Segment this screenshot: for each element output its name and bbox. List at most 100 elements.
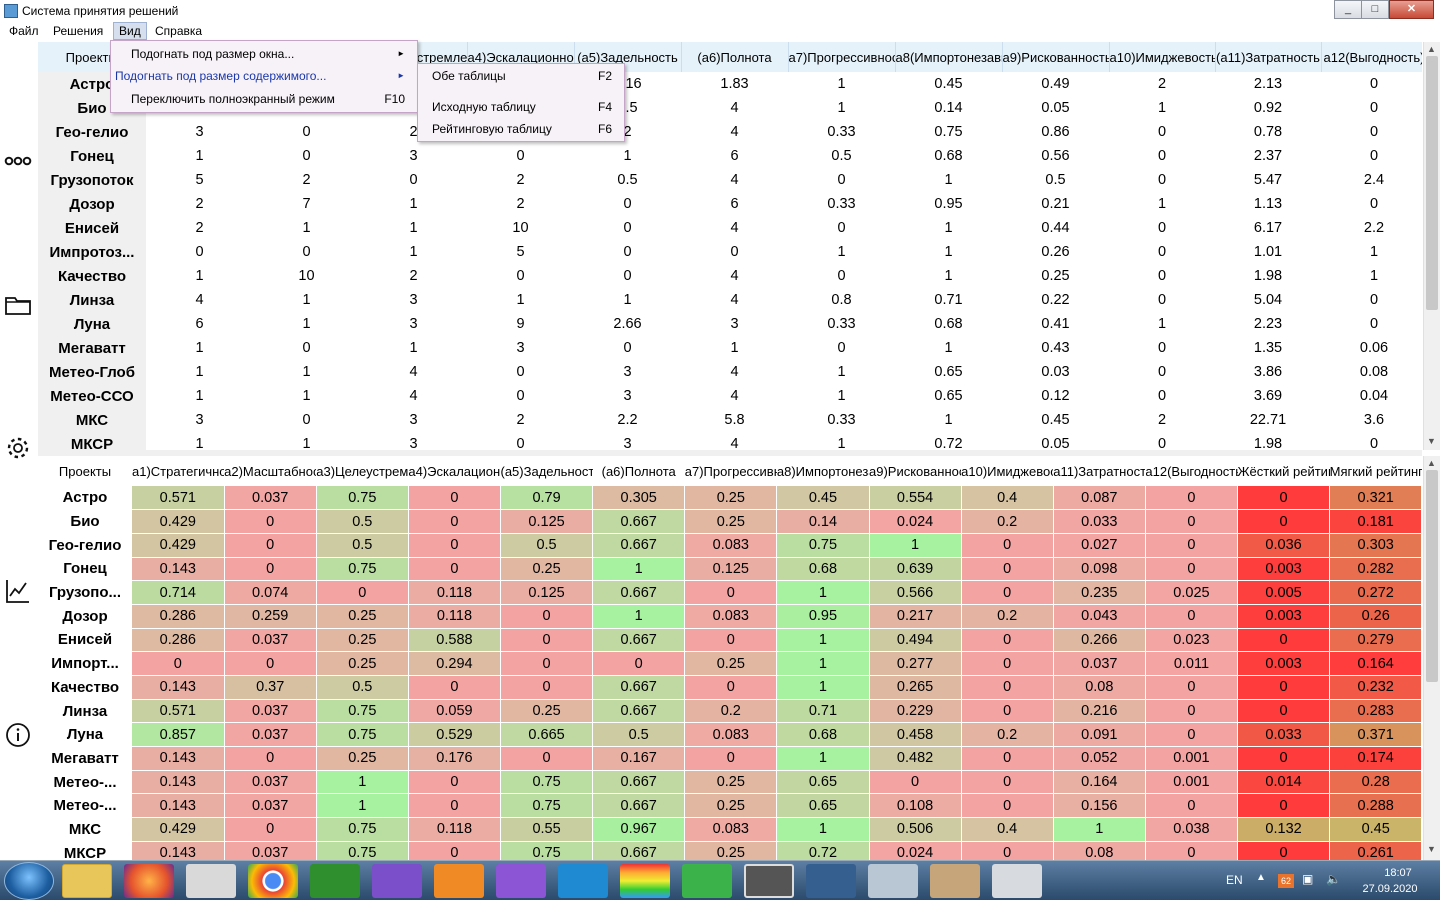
rating-cell[interactable]: 0.667 (592, 628, 686, 653)
table-cell[interactable]: 1 (360, 336, 467, 360)
table-cell[interactable]: 2 (467, 168, 574, 192)
rainbow-app-icon[interactable] (620, 864, 670, 898)
rating-cell[interactable]: 0.025 (1145, 580, 1239, 605)
table-cell[interactable]: 1 (146, 360, 253, 384)
rating-cell[interactable]: 0.2 (684, 699, 778, 724)
rating-cell[interactable]: 0 (961, 746, 1054, 771)
table-cell[interactable]: 0 (1109, 120, 1215, 144)
row-header[interactable]: Метео-... (38, 770, 132, 794)
table-cell[interactable]: 1 (895, 408, 1002, 432)
table-cell[interactable]: 3 (467, 336, 574, 360)
rating-cell[interactable]: 0.132 (1237, 817, 1331, 842)
close-button[interactable]: ✕ (1389, 0, 1434, 19)
menu-decisions[interactable]: Решения (48, 22, 108, 40)
rating-column-header[interactable]: а8)Импортонезависимость (776, 456, 869, 486)
rating-cell[interactable]: 0.75 (500, 793, 594, 819)
rating-cell[interactable]: 0 (1237, 675, 1331, 700)
menu-item-fit-window[interactable]: Подогнать под размер окна... ► (111, 44, 417, 64)
table-cell[interactable]: 0 (1321, 288, 1422, 312)
table-cell[interactable]: 1 (146, 384, 253, 408)
rating-cell[interactable]: 0.639 (869, 557, 962, 582)
rating-cell[interactable]: 0.37 (224, 675, 317, 700)
rating-cell[interactable]: 0 (1237, 486, 1331, 511)
rating-column-header[interactable]: а10)Имиджевость (961, 456, 1054, 486)
source-column-header[interactable]: (а11)Затратность (1215, 42, 1322, 72)
rating-cell[interactable]: 0.28 (1329, 770, 1422, 795)
rating-cell[interactable]: 0 (224, 557, 317, 582)
rating-column-header[interactable]: а1)Стратегичность (132, 456, 225, 486)
rating-cell[interactable]: 0.5 (316, 533, 409, 558)
rating-cell[interactable]: 0.45 (1329, 817, 1422, 842)
table-cell[interactable]: 1 (360, 240, 467, 264)
row-header[interactable]: Грузопо... (38, 580, 132, 605)
menu-help[interactable]: Справка (150, 22, 207, 40)
rating-cell[interactable]: 0 (224, 817, 317, 842)
table-cell[interactable]: 6.17 (1215, 216, 1321, 240)
battery-icon[interactable]: 62 (1278, 874, 1294, 888)
row-header[interactable]: Енисей (38, 628, 132, 652)
rating-cell[interactable]: 0 (500, 651, 594, 676)
qt-creator-icon[interactable] (682, 864, 732, 898)
table-cell[interactable]: 4 (681, 120, 788, 144)
rating-cell[interactable]: 0.037 (224, 628, 317, 653)
table-cell[interactable]: 1 (253, 312, 360, 336)
rating-cell[interactable]: 1 (316, 770, 409, 795)
table-cell[interactable]: 1 (1109, 96, 1215, 120)
rating-cell[interactable]: 0 (408, 509, 502, 534)
table-cell[interactable]: 1 (146, 432, 253, 450)
table-cell[interactable]: 5.8 (681, 408, 788, 432)
network-app-icon[interactable] (434, 864, 484, 898)
rating-cell[interactable]: 0 (1145, 722, 1239, 748)
rating-cell[interactable]: 0.143 (132, 675, 225, 700)
table-cell[interactable]: 3 (360, 288, 467, 312)
row-header[interactable]: Линза (38, 699, 132, 723)
table-cell[interactable]: 2.2 (574, 408, 681, 432)
rating-column-header[interactable]: а7)Прогрессивность (684, 456, 777, 486)
rating-cell[interactable]: 1 (776, 746, 870, 771)
rating-cell[interactable]: 0.25 (316, 628, 409, 653)
table-cell[interactable]: 0 (788, 264, 895, 288)
row-header[interactable]: Импротоз... (38, 240, 146, 264)
table-cell[interactable]: 0 (467, 144, 574, 168)
rating-cell[interactable]: 0 (961, 841, 1054, 860)
rating-cell[interactable]: 0.25 (684, 651, 778, 676)
table-cell[interactable]: 0 (467, 264, 574, 288)
table-cell[interactable]: 0.08 (1321, 360, 1422, 384)
table-cell[interactable]: 4 (681, 216, 788, 240)
table-cell[interactable]: 5 (146, 168, 253, 192)
table-cell[interactable]: 4 (681, 384, 788, 408)
rating-cell[interactable]: 0.5 (316, 675, 409, 700)
more-icon[interactable] (3, 146, 33, 176)
table-cell[interactable]: 0.5 (574, 168, 681, 192)
table-cell[interactable]: 0.56 (1002, 144, 1109, 168)
table-cell[interactable]: 3 (146, 408, 253, 432)
rating-cell[interactable]: 0.283 (1329, 699, 1422, 724)
table-cell[interactable]: 0 (788, 168, 895, 192)
row-header[interactable]: Дозор (38, 604, 132, 629)
rating-cell[interactable]: 0 (408, 486, 502, 511)
rating-cell[interactable]: 0.75 (316, 722, 409, 748)
rating-cell[interactable]: 0.667 (592, 841, 686, 860)
table-cell[interactable]: 0 (1109, 360, 1215, 384)
table-cell[interactable]: 0.05 (1002, 432, 1109, 450)
rating-cell[interactable]: 0.25 (500, 557, 594, 582)
table-cell[interactable]: 0.33 (788, 192, 895, 216)
rating-cell[interactable]: 0.65 (776, 793, 870, 819)
rating-cell[interactable]: 0 (1145, 841, 1239, 860)
table-cell[interactable]: 0 (467, 384, 574, 408)
rating-cell[interactable]: 0.286 (132, 628, 225, 653)
table-cell[interactable]: 0 (146, 240, 253, 264)
rating-cell[interactable]: 0.08 (1053, 675, 1146, 700)
visual-studio-2-icon[interactable] (496, 864, 546, 898)
rating-cell[interactable]: 0.665 (500, 722, 594, 748)
table-cell[interactable]: 1 (253, 432, 360, 450)
rating-cell[interactable]: 0.25 (684, 486, 778, 511)
rating-cell[interactable]: 0.2 (961, 509, 1054, 534)
table-cell[interactable]: 3 (146, 120, 253, 144)
rating-cell[interactable]: 0.164 (1329, 651, 1422, 676)
rating-column-header[interactable]: Жёсткий рейтинг (1237, 456, 1330, 486)
table-cell[interactable]: 0.33 (788, 408, 895, 432)
menu-item-fit-content[interactable]: Подогнать под размер содержимого... ► (111, 66, 417, 86)
source-column-header[interactable]: а10)Имиджевость (1109, 42, 1216, 72)
table-cell[interactable]: 2 (467, 408, 574, 432)
